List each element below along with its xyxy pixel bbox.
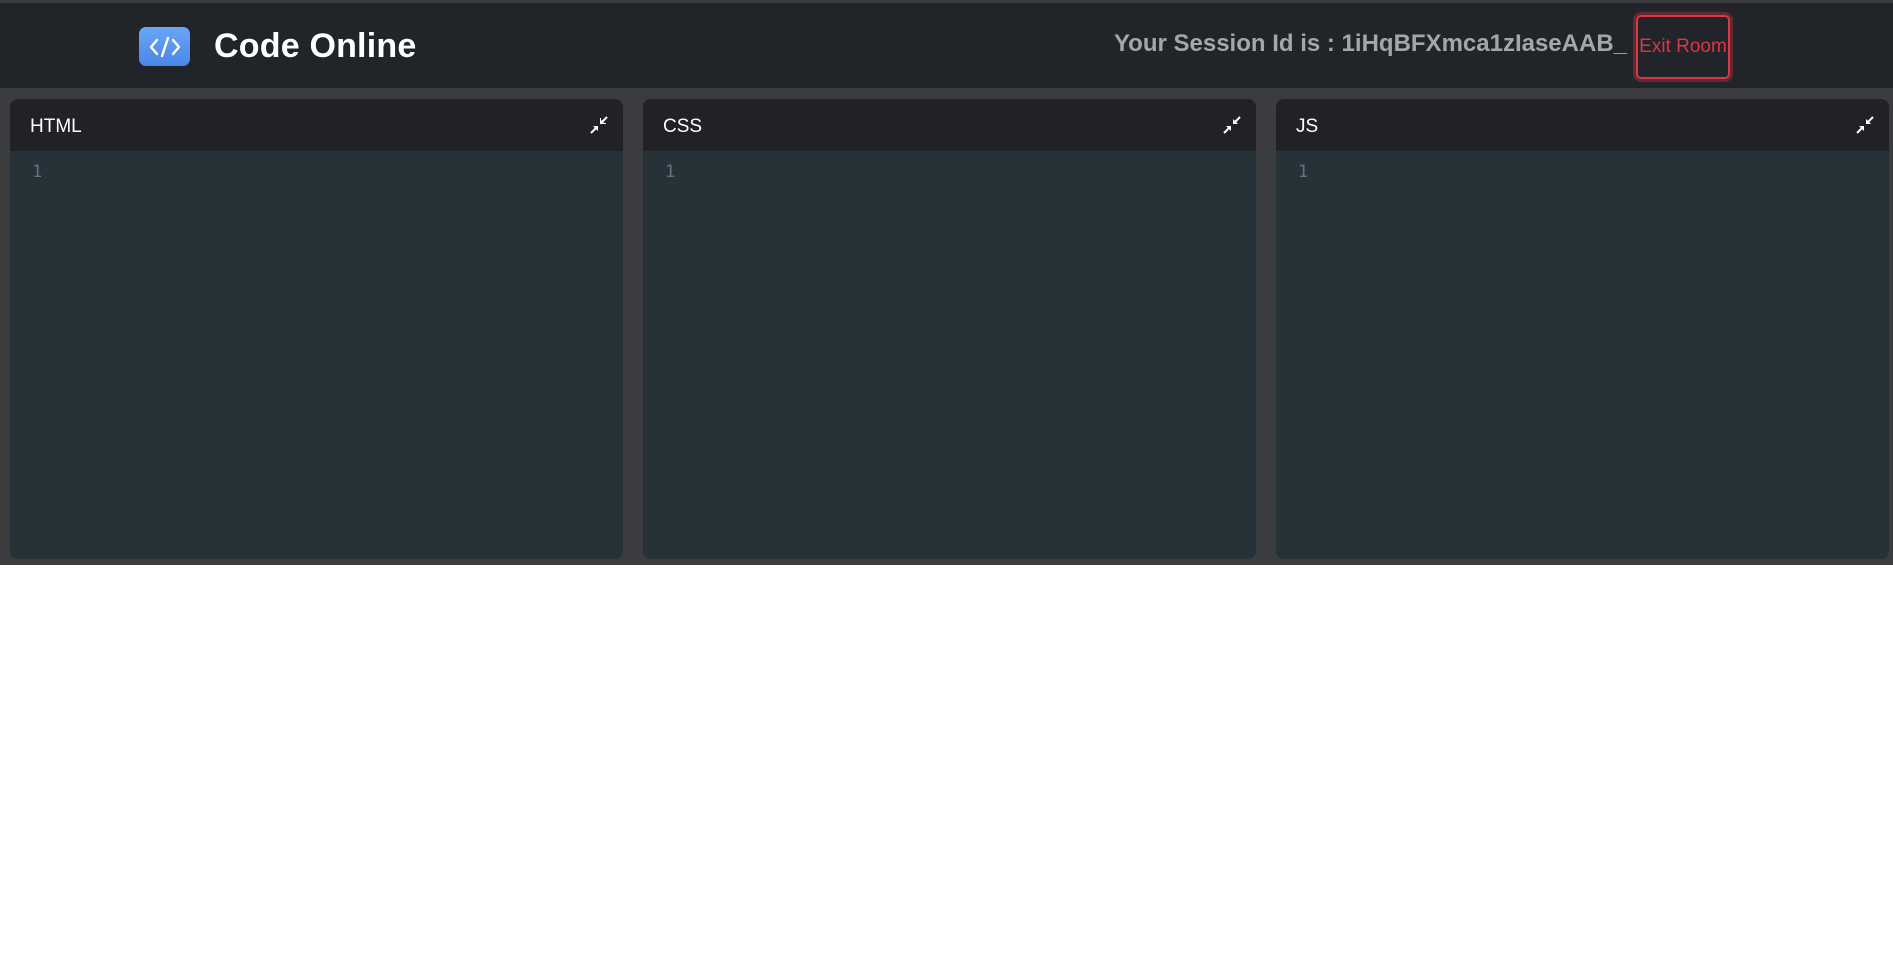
code-input-area[interactable] — [698, 151, 1256, 559]
panel-header: CSS — [643, 99, 1256, 151]
brand[interactable]: Code Online — [139, 27, 416, 66]
editor-panels: HTML 1 CSS 1 JS 1 — [10, 99, 1893, 559]
panel-header: JS — [1276, 99, 1889, 151]
panel-title-css: CSS — [663, 116, 703, 137]
line-number: 1 — [1298, 162, 1309, 182]
line-number: 1 — [32, 162, 43, 182]
panel-title-html: HTML — [30, 116, 82, 137]
app-title: Code Online — [214, 27, 417, 65]
code-input-area[interactable] — [65, 151, 623, 559]
html-code-editor[interactable]: 1 — [10, 151, 623, 559]
collapse-arrows-icon[interactable] — [589, 115, 609, 135]
session-id-text: Your Session Id is : 1iHqBFXmca1zIaseAAB… — [1113, 30, 1627, 57]
css-code-editor[interactable]: 1 — [643, 151, 1256, 559]
navbar: Code Online Your Session Id is : 1iHqBFX… — [0, 3, 1893, 88]
collapse-arrows-icon[interactable] — [1855, 115, 1875, 135]
code-input-area[interactable] — [1331, 151, 1889, 559]
js-code-editor[interactable]: 1 — [1276, 151, 1889, 559]
collapse-arrows-icon[interactable] — [1222, 115, 1242, 135]
html-editor-panel: HTML 1 — [10, 99, 623, 559]
line-number: 1 — [665, 162, 676, 182]
js-editor-panel: JS 1 — [1276, 99, 1889, 559]
panel-header: HTML — [10, 99, 623, 151]
app-container: Code Online Your Session Id is : 1iHqBFX… — [0, 0, 1893, 565]
css-editor-panel: CSS 1 — [643, 99, 1256, 559]
panel-title-js: JS — [1296, 116, 1319, 137]
exit-room-button[interactable]: Exit Room — [1636, 15, 1730, 79]
code-brackets-icon — [139, 27, 190, 66]
